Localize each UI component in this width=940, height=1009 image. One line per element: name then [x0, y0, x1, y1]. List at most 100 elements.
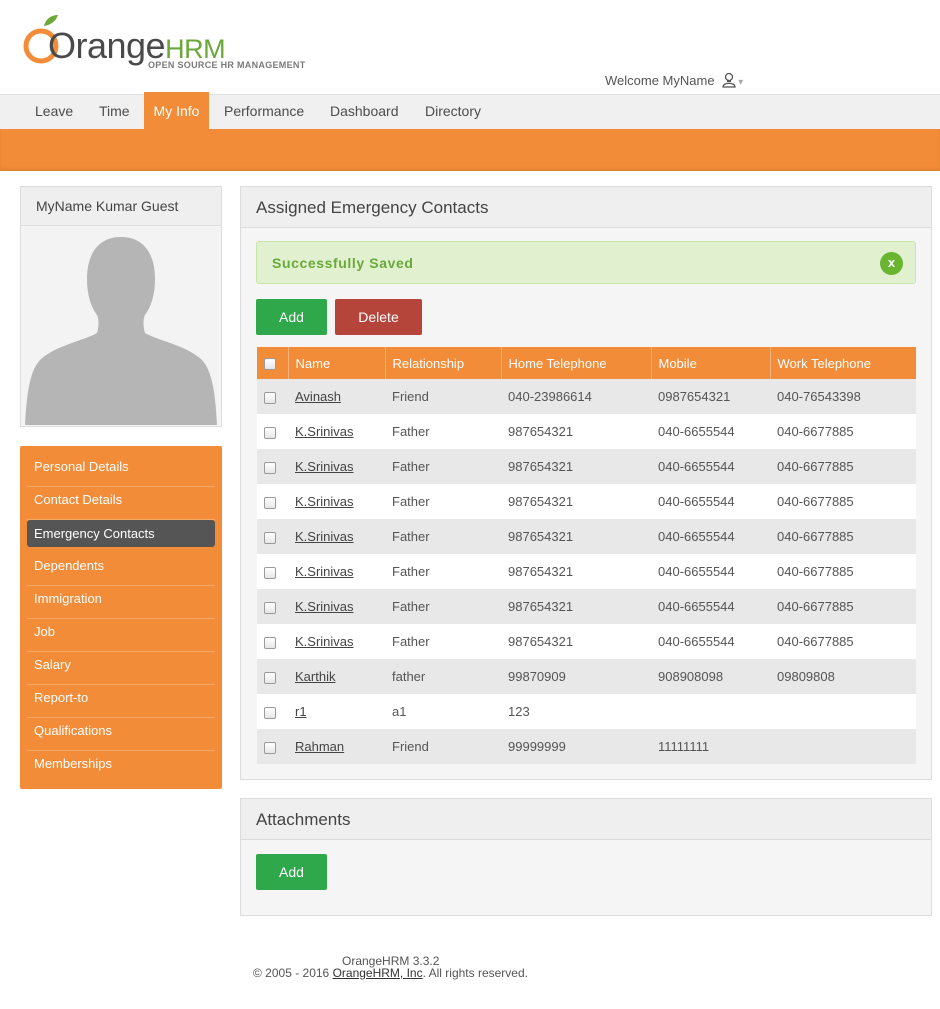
contact-name-link[interactable]: r1: [295, 704, 307, 719]
cell-work-telephone: 040-6677885: [770, 519, 916, 554]
cell-mobile: [651, 694, 770, 729]
sidebar-menu: Personal Details Contact Details Emergen…: [20, 446, 222, 789]
cell-home-telephone: 987654321: [501, 484, 651, 519]
cell-home-telephone: 123: [501, 694, 651, 729]
row-checkbox[interactable]: [264, 566, 276, 579]
cell-name: Avinash: [288, 379, 385, 414]
table-row: K.Srinivas Father 987654321 040-6655544 040-…: [257, 554, 916, 589]
row-checkbox[interactable]: [264, 671, 276, 684]
contact-name-link[interactable]: Avinash: [295, 389, 341, 404]
row-select-cell: [257, 589, 288, 624]
row-select-cell: [257, 554, 288, 589]
cell-relationship: Father: [385, 484, 501, 519]
column-header-work-telephone[interactable]: Work Telephone: [769, 347, 916, 379]
cell-home-telephone: 99870909: [501, 659, 651, 694]
contact-name-link[interactable]: K.Srinivas: [295, 529, 354, 544]
copyright-prefix: © 2005 - 2016: [253, 966, 333, 980]
cell-home-telephone: 987654321: [501, 414, 651, 449]
sidebar-item-report-to[interactable]: Report-to: [27, 685, 215, 718]
tab-performance[interactable]: Performance: [214, 95, 314, 130]
cell-home-telephone: 987654321: [501, 554, 651, 589]
cell-relationship: Father: [385, 554, 501, 589]
contact-name-link[interactable]: K.Srinivas: [295, 424, 354, 439]
table-row: r1 a1 123: [257, 694, 916, 729]
attachments-panel: Attachments Add: [240, 798, 932, 916]
row-checkbox[interactable]: [264, 531, 276, 544]
sidebar-item-qualifications[interactable]: Qualifications: [27, 718, 215, 751]
sidebar-item-contact-details[interactable]: Contact Details: [27, 487, 215, 520]
sidebar-item-immigration[interactable]: Immigration: [27, 586, 215, 619]
cell-mobile: 040-6655544: [651, 449, 770, 484]
sidebar-item-job[interactable]: Job: [27, 619, 215, 652]
select-all-checkbox[interactable]: [264, 358, 276, 371]
profile-card: MyName Kumar Guest: [20, 186, 222, 427]
close-icon[interactable]: x: [880, 252, 903, 275]
row-checkbox[interactable]: [264, 461, 276, 474]
tab-time[interactable]: Time: [89, 95, 140, 130]
tab-leave[interactable]: Leave: [25, 95, 83, 130]
orangehrm-link[interactable]: OrangeHRM, Inc: [333, 966, 423, 980]
attachments-title: Attachments: [241, 799, 931, 840]
cell-name: K.Srinivas: [288, 519, 385, 554]
cell-name: K.Srinivas: [288, 554, 385, 589]
contact-name-link[interactable]: K.Srinivas: [295, 634, 354, 649]
row-checkbox[interactable]: [264, 496, 276, 509]
cell-work-telephone: [770, 729, 916, 764]
success-message-text: Successfully Saved: [272, 255, 414, 271]
row-checkbox[interactable]: [264, 741, 276, 754]
sidebar-item-dependents[interactable]: Dependents: [27, 553, 215, 586]
contact-name-link[interactable]: K.Srinivas: [295, 459, 354, 474]
contact-name-link[interactable]: K.Srinivas: [295, 494, 354, 509]
contact-name-link[interactable]: Rahman: [295, 739, 344, 754]
cell-work-telephone: 040-6677885: [770, 589, 916, 624]
footer-copyright: © 2005 - 2016 OrangeHRM, Inc. All rights…: [253, 966, 528, 980]
delete-contact-button[interactable]: Delete: [335, 299, 422, 335]
tab-directory[interactable]: Directory: [415, 95, 491, 130]
column-header-relationship[interactable]: Relationship: [384, 347, 501, 379]
success-message: Successfully Saved x: [256, 241, 916, 284]
top-navigation: Leave Time My Info Performance Dashboard…: [0, 92, 940, 130]
cell-mobile: 040-6655544: [651, 589, 770, 624]
cell-relationship: Father: [385, 519, 501, 554]
row-checkbox[interactable]: [264, 706, 276, 719]
table-row: Karthik father 99870909 908908098 09809808: [257, 659, 916, 694]
add-attachment-button[interactable]: Add: [256, 854, 327, 890]
sidebar-item-personal-details[interactable]: Personal Details: [27, 454, 215, 487]
chevron-down-icon[interactable]: ▾: [738, 77, 743, 88]
sidebar-item-salary[interactable]: Salary: [27, 652, 215, 685]
contact-name-link[interactable]: K.Srinivas: [295, 599, 354, 614]
table-row: K.Srinivas Father 987654321 040-6655544 040-…: [257, 589, 916, 624]
user-silhouette-icon: [25, 237, 217, 425]
cell-mobile: 040-6655544: [651, 554, 770, 589]
row-checkbox[interactable]: [264, 391, 276, 404]
table-body: Avinash Friend 040-23986614 0987654321 040-7…: [257, 379, 916, 764]
tab-my-info[interactable]: My Info: [144, 92, 209, 130]
cell-work-telephone: 09809808: [770, 659, 916, 694]
sidebar-item-emergency-contacts[interactable]: Emergency Contacts: [27, 520, 215, 547]
row-checkbox[interactable]: [264, 636, 276, 649]
cell-home-telephone: 987654321: [501, 624, 651, 659]
table-row: K.Srinivas Father 987654321 040-6655544 040-…: [257, 519, 916, 554]
contact-name-link[interactable]: K.Srinivas: [295, 564, 354, 579]
row-checkbox[interactable]: [264, 426, 276, 439]
cell-home-telephone: 99999999: [501, 729, 651, 764]
welcome-menu[interactable]: Welcome MyName ▾: [605, 72, 743, 91]
cell-work-telephone: 040-76543398: [770, 379, 916, 414]
column-header-name[interactable]: Name: [287, 347, 385, 379]
column-header-mobile[interactable]: Mobile: [650, 347, 770, 379]
add-contact-button[interactable]: Add: [256, 299, 327, 335]
contact-name-link[interactable]: Karthik: [295, 669, 335, 684]
sidebar-item-memberships[interactable]: Memberships: [27, 751, 215, 784]
employee-photo[interactable]: [23, 227, 219, 425]
select-all-header: [257, 347, 288, 379]
column-header-home-telephone[interactable]: Home Telephone: [500, 347, 651, 379]
cell-home-telephone: 987654321: [501, 589, 651, 624]
row-select-cell: [257, 659, 288, 694]
cell-mobile: 0987654321: [651, 379, 770, 414]
table-row: K.Srinivas Father 987654321 040-6655544 040-…: [257, 414, 916, 449]
cell-home-telephone: 987654321: [501, 519, 651, 554]
row-checkbox[interactable]: [264, 601, 276, 614]
employee-name: MyName Kumar Guest: [21, 187, 221, 226]
tab-dashboard[interactable]: Dashboard: [320, 95, 409, 130]
row-select-cell: [257, 729, 288, 764]
